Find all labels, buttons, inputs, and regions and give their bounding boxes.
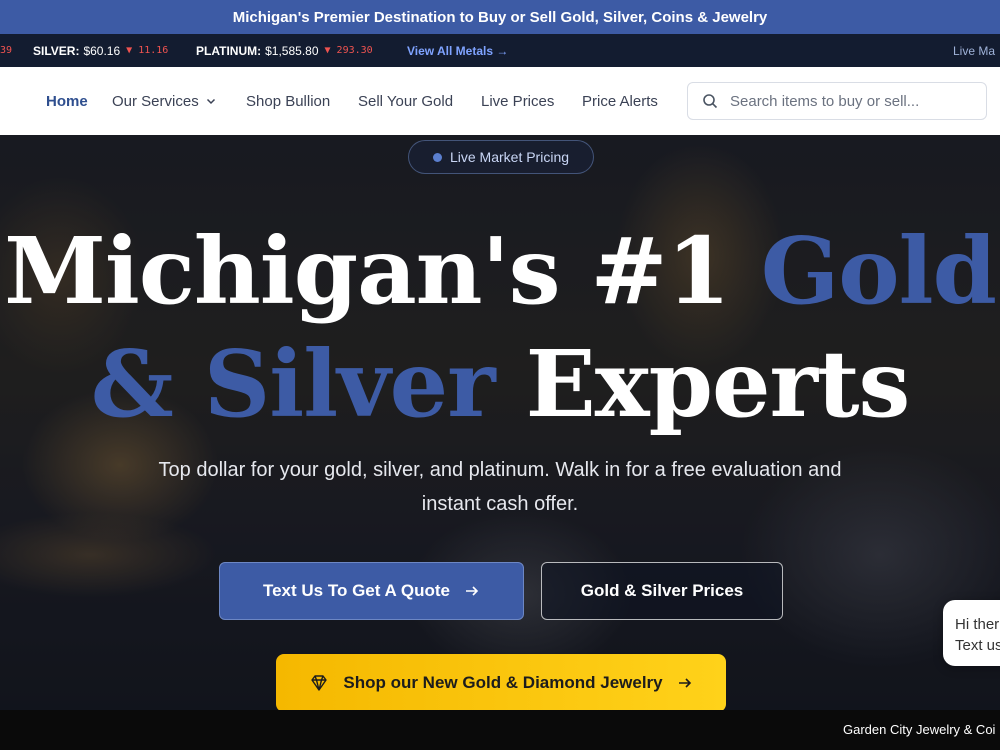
nav-our-services[interactable]: Our Services — [112, 67, 217, 135]
hero-headline-line2: & Silver Experts — [90, 330, 911, 438]
nav-price-alerts[interactable]: Price Alerts — [582, 67, 658, 135]
text-us-quote-button[interactable]: Text Us To Get A Quote — [219, 562, 524, 620]
hero-subtitle: Top dollar for your gold, silver, and pl… — [158, 459, 842, 515]
ticker-platinum: PLATINUM: $1,585.80 ▼ 293.30 — [196, 34, 373, 67]
ticker-prev-fragment: 39 — [0, 34, 12, 67]
live-dot-icon — [432, 152, 442, 162]
platinum-price: $1,585.80 — [265, 43, 319, 58]
search-input[interactable] — [728, 91, 968, 111]
promo-banner: Michigan's Premier Destination to Buy or… — [0, 0, 1000, 34]
nav-shop-bullion-label: Shop Bullion — [246, 92, 331, 110]
chat-prompt: Text us — [955, 637, 1000, 654]
view-all-metals-link[interactable]: View All Metals → — [407, 34, 508, 67]
chat-widget[interactable]: Hi ther Text us — [943, 600, 1000, 666]
hero-section: Live Market Pricing Michigan's #1 Gold &… — [0, 135, 1000, 710]
arrow-right-icon — [678, 678, 691, 688]
nav-home[interactable]: Home — [46, 67, 88, 135]
nav-live-prices[interactable]: Live Prices — [481, 67, 554, 135]
hero-headline-line1: Michigan's #1 Gold — [4, 217, 997, 325]
promo-text: Michigan's Premier Destination to Buy or… — [232, 8, 768, 26]
live-market-badge: Live Market Pricing — [408, 140, 594, 174]
chevron-down-icon — [206, 98, 215, 105]
ticker-prev-change: 39 — [0, 45, 13, 56]
metal-price-ticker: 39 SILVER: $60.16 ▼ 11.16 PLATINUM: $1,5… — [0, 34, 1000, 67]
silver-label: SILVER: — [33, 43, 80, 58]
platinum-label: PLATINUM: — [196, 43, 262, 58]
live-market-badge-label: Live Market Pricing — [449, 149, 570, 165]
platinum-change: ▼ 293.30 — [324, 45, 373, 56]
search-icon — [703, 94, 718, 109]
ticker-live-fragment: Live Ma — [953, 43, 996, 58]
nav-services-label: Our Services — [112, 92, 199, 110]
chat-greeting: Hi ther — [955, 616, 1000, 633]
nav-shop-bullion[interactable]: Shop Bullion — [246, 67, 330, 135]
search-box[interactable] — [687, 82, 987, 120]
shop-jewelry-button[interactable]: Shop our New Gold & Diamond Jewelry — [276, 654, 726, 710]
nav-sell-your-gold[interactable]: Sell Your Gold — [358, 67, 453, 135]
silver-price: $60.16 — [83, 43, 121, 58]
nav-price-alerts-label: Price Alerts — [582, 92, 658, 110]
arrow-right-icon — [466, 586, 479, 596]
nav-live-prices-label: Live Prices — [481, 92, 555, 110]
footer-strip: Garden City Jewelry & Coi — [0, 710, 1000, 750]
ticker-silver: SILVER: $60.16 ▼ 11.16 — [33, 34, 168, 67]
silver-change: ▼ 11.16 — [126, 45, 169, 56]
diamond-icon — [311, 675, 328, 691]
nav-sell-gold-label: Sell Your Gold — [358, 92, 454, 110]
gold-silver-prices-button[interactable]: Gold & Silver Prices — [541, 562, 783, 620]
nav-home-label: Home — [46, 92, 88, 110]
footer-business-name: Garden City Jewelry & Coi — [843, 722, 996, 737]
